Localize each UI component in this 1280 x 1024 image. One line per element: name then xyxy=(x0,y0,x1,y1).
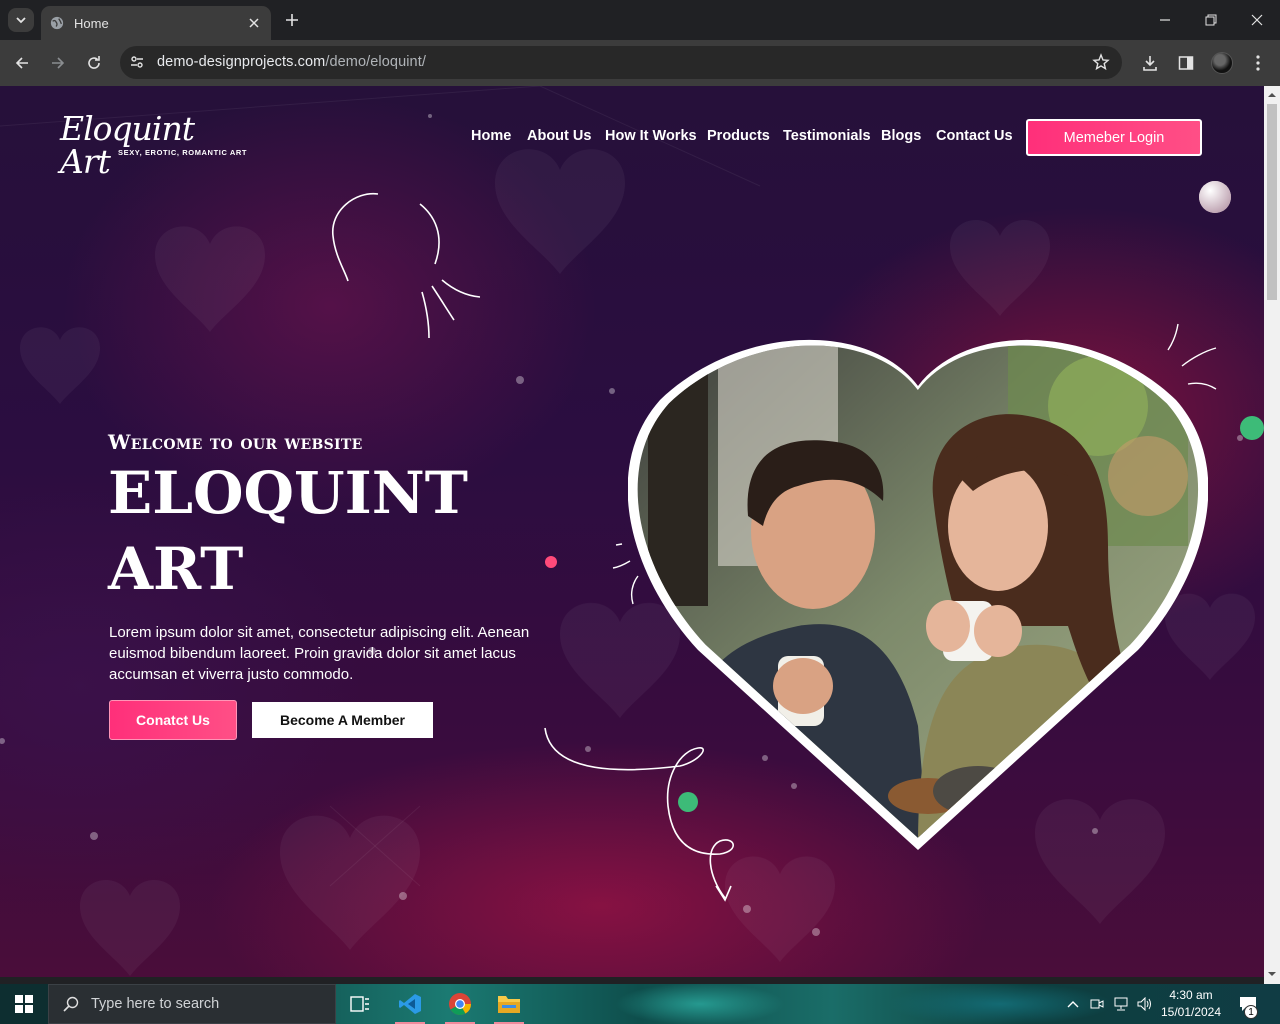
bookmark-star-icon[interactable] xyxy=(1092,53,1110,71)
back-icon[interactable] xyxy=(11,52,33,74)
scroll-down-arrow-icon[interactable] xyxy=(1268,970,1276,978)
restore-icon[interactable] xyxy=(1201,10,1221,30)
nav-how-it-works[interactable]: How It Works xyxy=(605,128,697,144)
windows-taskbar: Type here to search 4:30 am 15/01/2024 1 xyxy=(0,984,1280,1024)
vscode-icon xyxy=(399,994,421,1014)
windows-logo-icon xyxy=(15,995,33,1013)
clock-date: 15/01/2024 xyxy=(1160,1005,1222,1019)
logo-script: Eloquint Art xyxy=(60,109,195,181)
hero-couple-photo xyxy=(628,339,1208,850)
member-login-button[interactable]: Memeber Login xyxy=(1026,119,1202,156)
tab-search-button[interactable] xyxy=(8,8,34,32)
site-logo[interactable]: Eloquint Art SEXY, EROTIC, ROMANTIC ART xyxy=(60,112,246,178)
task-view-icon xyxy=(350,996,369,1012)
browser-tab-bar: Home xyxy=(0,0,1280,40)
taskbar-search-placeholder: Type here to search xyxy=(91,996,220,1012)
profile-avatar[interactable] xyxy=(1211,52,1233,74)
url-text: demo-designprojects.com/demo/eloquint/ xyxy=(157,54,426,70)
new-tab-icon[interactable] xyxy=(283,11,301,29)
volume-icon[interactable] xyxy=(1134,984,1156,1024)
network-icon[interactable] xyxy=(1110,984,1132,1024)
address-bar[interactable]: demo-designprojects.com/demo/eloquint/ xyxy=(120,46,1122,79)
globe-icon xyxy=(50,16,64,30)
notification-badge: 1 xyxy=(1244,1005,1258,1019)
tab-home[interactable]: Home xyxy=(41,6,271,40)
chevron-down-icon xyxy=(16,17,26,24)
minimize-icon[interactable] xyxy=(1155,10,1175,30)
contact-us-button[interactable]: Conatct Us xyxy=(109,700,237,740)
search-icon xyxy=(63,996,79,1012)
page-viewport: Eloquint Art SEXY, EROTIC, ROMANTIC ART … xyxy=(0,86,1264,977)
close-window-icon[interactable] xyxy=(1247,10,1267,30)
nav-blogs[interactable]: Blogs xyxy=(881,128,921,144)
browser-toolbar: demo-designprojects.com/demo/eloquint/ xyxy=(0,40,1280,86)
nav-contact-us[interactable]: Contact Us xyxy=(936,128,1013,144)
become-member-button[interactable]: Become A Member xyxy=(252,702,433,738)
hero-welcome: Welcome to our website xyxy=(108,430,363,454)
tab-title: Home xyxy=(74,15,109,31)
nav-home[interactable]: Home xyxy=(471,128,511,144)
side-panel-icon[interactable] xyxy=(1175,52,1197,74)
nav-testimonials[interactable]: Testimonials xyxy=(783,128,871,144)
taskbar-clock[interactable]: 4:30 am 15/01/2024 xyxy=(1158,987,1224,1021)
taskbar-vscode[interactable] xyxy=(386,984,434,1024)
close-tab-icon[interactable] xyxy=(246,15,262,31)
chrome-icon xyxy=(449,993,471,1015)
reload-icon[interactable] xyxy=(83,52,105,74)
nav-about-us[interactable]: About Us xyxy=(527,128,591,144)
scrollbar-thumb[interactable] xyxy=(1267,104,1277,300)
site-settings-icon[interactable] xyxy=(129,54,145,70)
hero-title-line1: ELOQUINT xyxy=(108,459,468,527)
scroll-up-arrow-icon[interactable] xyxy=(1268,91,1276,99)
taskbar-search-box[interactable]: Type here to search xyxy=(48,984,336,1024)
taskbar-file-explorer[interactable] xyxy=(485,984,533,1024)
forward-icon[interactable] xyxy=(47,52,69,74)
folder-icon xyxy=(498,996,520,1013)
hero-description: Lorem ipsum dolor sit amet, consectetur … xyxy=(109,624,530,683)
clock-time: 4:30 am xyxy=(1169,988,1213,1002)
windows-start-button[interactable] xyxy=(0,984,48,1024)
tray-meet-icon[interactable] xyxy=(1086,984,1108,1024)
hero-title-line2: ART xyxy=(108,535,244,603)
menu-dots-icon[interactable] xyxy=(1247,52,1269,74)
tray-chevron-up-icon[interactable] xyxy=(1062,984,1084,1024)
nav-products[interactable]: Products xyxy=(707,128,770,144)
notification-center-button[interactable]: 1 xyxy=(1234,984,1262,1024)
taskbar-chrome[interactable] xyxy=(436,984,484,1024)
logo-tagline: SEXY, EROTIC, ROMANTIC ART xyxy=(118,148,248,157)
task-view-button[interactable] xyxy=(336,984,384,1024)
page-scrollbar[interactable] xyxy=(1264,86,1280,984)
download-icon[interactable] xyxy=(1139,52,1161,74)
